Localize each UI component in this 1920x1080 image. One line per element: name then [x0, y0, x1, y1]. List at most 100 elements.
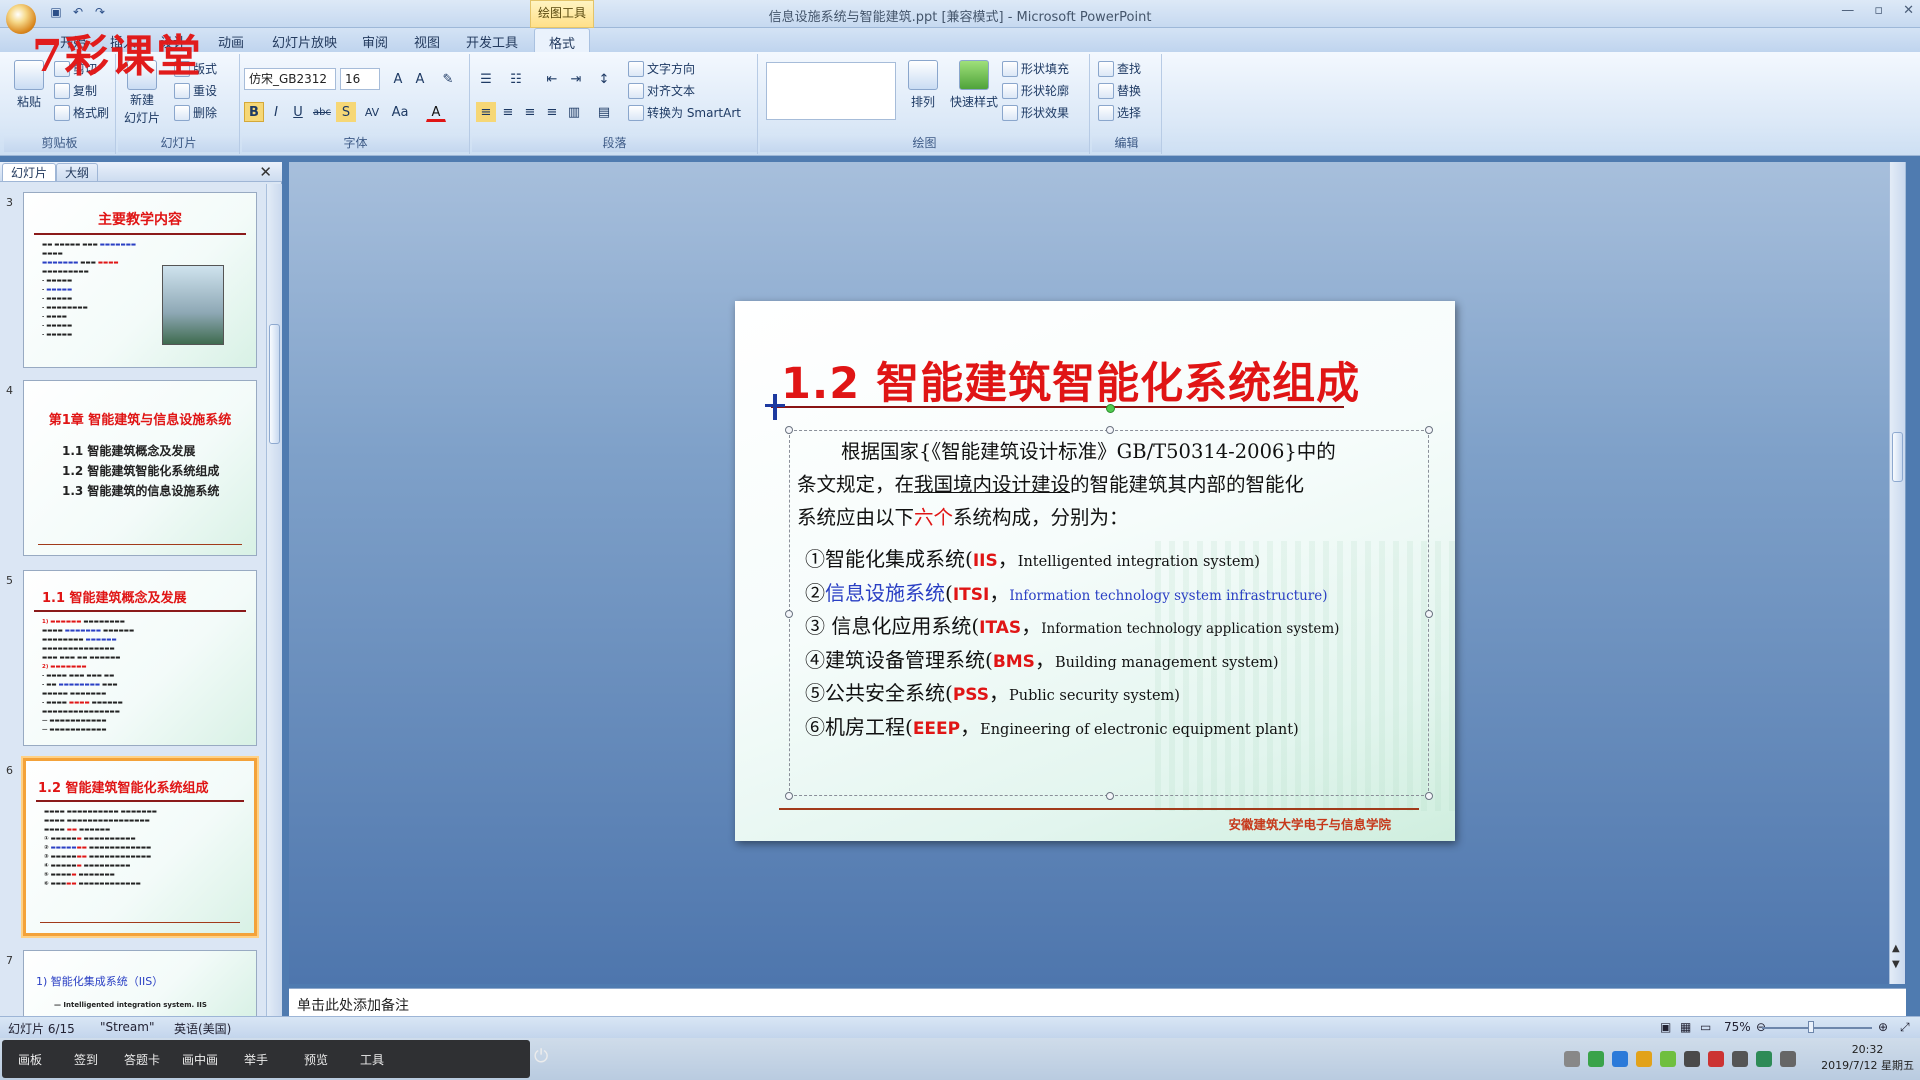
language-indicator[interactable]: 英语(美国) [174, 1020, 231, 1037]
tab-slides-panel[interactable]: 幻灯片 [2, 163, 57, 181]
delete-slide-button[interactable]: 删除 [174, 104, 217, 121]
toolbar-item-preview[interactable]: 预览 [304, 1051, 328, 1068]
toolbar-item-answer-card[interactable]: 答题卡 [124, 1051, 160, 1068]
scrollbar-thumb[interactable] [1892, 432, 1903, 482]
text-direction-button[interactable]: 文字方向 [628, 60, 695, 77]
keyboard-icon[interactable] [1564, 1051, 1580, 1067]
fit-window-icon[interactable]: ⤢ [1900, 1020, 1910, 1035]
shape-outline-button[interactable]: 形状轮廓 [1002, 82, 1069, 99]
prev-slide-icon[interactable]: ▲ [1892, 943, 1900, 954]
minimize-button[interactable]: — [1841, 3, 1854, 18]
grow-font-button[interactable]: A [388, 69, 408, 89]
tab-animation[interactable]: 动画 [218, 32, 244, 51]
slide-thumbnail-7[interactable]: 1) 智能化集成系统（IIS） — Intelligented integrat… [23, 950, 257, 1016]
scrollbar-thumb[interactable] [269, 324, 280, 444]
tab-review[interactable]: 审阅 [362, 32, 388, 51]
shape-effects-button[interactable]: 形状效果 [1002, 104, 1069, 121]
shrink-font-button[interactable]: A [410, 69, 430, 89]
line-spacing-button[interactable]: ↕ [594, 69, 614, 89]
underline-button[interactable]: U [288, 102, 308, 122]
change-case-button[interactable]: Aa [390, 102, 410, 122]
network-icon[interactable] [1756, 1051, 1772, 1067]
resize-handle[interactable] [1425, 426, 1433, 434]
italic-button[interactable]: I [266, 102, 286, 122]
system-list[interactable]: ①智能化集成系统(IIS，Intelligented integration s… [805, 543, 1455, 744]
arrange-button[interactable]: 排列 [908, 60, 938, 110]
toolbar-item-raise-hand[interactable]: 举手 [244, 1051, 268, 1068]
font-family-select[interactable]: 仿宋_GB2312 [244, 68, 336, 90]
tab-slideshow[interactable]: 幻灯片放映 [272, 32, 337, 51]
zoom-slider[interactable] [1762, 1027, 1872, 1029]
display-icon[interactable] [1780, 1051, 1796, 1067]
slide-title[interactable]: 1.2 智能建筑智能化系统组成 [781, 349, 1360, 411]
intro-paragraph[interactable]: 根据国家{《智能建筑设计标准》GB/T50314-2006}中的 条文规定，在我… [797, 435, 1397, 534]
app-icon[interactable] [1660, 1051, 1676, 1067]
copy-button[interactable]: 复制 [54, 82, 97, 99]
shield-icon[interactable] [1612, 1051, 1628, 1067]
volume-icon[interactable] [1732, 1051, 1748, 1067]
tab-view[interactable]: 视图 [414, 32, 440, 51]
font-color-button[interactable]: A [426, 102, 446, 122]
app-icon[interactable] [1636, 1051, 1652, 1067]
bold-button[interactable]: B [244, 102, 264, 122]
slide-thumbnail-5[interactable]: 1.1 智能建筑概念及发展 1) ▬▬▬▬▬▬ ▬▬▬▬▬▬▬▬ ▬▬▬▬ ▬▬▬… [23, 570, 257, 746]
align-left-button[interactable]: ≡ [476, 102, 496, 122]
tab-format[interactable]: 格式 [534, 28, 591, 52]
power-icon[interactable]: ⏻ [534, 1046, 548, 1067]
bullets-button[interactable]: ☰ [476, 69, 496, 89]
thumbs-scrollbar[interactable] [266, 184, 282, 1016]
maximize-button[interactable]: ▫ [1874, 3, 1883, 18]
resize-handle[interactable] [1425, 792, 1433, 800]
justify-button[interactable]: ≡ [542, 102, 562, 122]
resize-handle[interactable] [785, 792, 793, 800]
align-center-button[interactable]: ≡ [498, 102, 518, 122]
slide-thumbnail-3[interactable]: 主要教学内容 ▬▬ ▬▬▬▬▬ ▬▬▬ ▬▬▬▬▬▬▬ ▬▬▬▬ ▬▬▬▬▬▬▬ … [23, 192, 257, 368]
replace-button[interactable]: 替换 [1098, 82, 1141, 99]
toolbar-item-pip[interactable]: 画中画 [182, 1051, 218, 1068]
columns-button[interactable]: ▤ [594, 102, 614, 122]
resize-handle[interactable] [1106, 426, 1114, 434]
app-icon[interactable] [1588, 1051, 1604, 1067]
find-button[interactable]: 查找 [1098, 60, 1141, 77]
zoom-slider-knob[interactable] [1808, 1021, 1814, 1033]
clear-format-button[interactable]: ✎ [438, 69, 458, 89]
toolbar-item-tools[interactable]: 工具 [360, 1051, 384, 1068]
tab-outline-panel[interactable]: 大纲 [56, 163, 99, 181]
system-clock[interactable]: 20:32 2019/7/12 星期五 [1821, 1042, 1914, 1074]
quick-styles-button[interactable]: 快速样式 [950, 60, 998, 110]
slide-thumbnail-4[interactable]: 第1章 智能建筑与信息设施系统 1.1 智能建筑概念及发展 1.2 智能建筑智能… [23, 380, 257, 556]
increase-indent-button[interactable]: ⇥ [566, 69, 586, 89]
numbering-button[interactable]: ☷ [506, 69, 526, 89]
smartart-button[interactable]: 转换为 SmartArt [628, 104, 741, 121]
normal-view-icon[interactable]: ▣ [1660, 1020, 1671, 1034]
tab-developer[interactable]: 开发工具 [466, 32, 518, 51]
resize-handle[interactable] [785, 610, 793, 618]
format-painter-button[interactable]: 格式刷 [54, 104, 109, 121]
next-slide-icon[interactable]: ▼ [1892, 959, 1900, 970]
close-button[interactable]: ✕ [1903, 3, 1914, 18]
align-text-button[interactable]: 对齐文本 [628, 82, 695, 99]
slide-thumbnail-6[interactable]: 1.2 智能建筑智能化系统组成 ▬▬▬▬ ▬▬▬▬▬▬▬▬▬▬ ▬▬▬▬▬▬▬ ▬… [23, 758, 257, 936]
strikethrough-button[interactable]: abc [312, 102, 332, 122]
rotation-handle[interactable] [1106, 404, 1115, 413]
sorter-view-icon[interactable]: ▦ [1680, 1020, 1691, 1034]
shadow-button[interactable]: S [336, 102, 356, 122]
distributed-button[interactable]: ▥ [564, 102, 584, 122]
resize-handle[interactable] [785, 426, 793, 434]
slideshow-view-icon[interactable]: ▭ [1700, 1020, 1711, 1034]
office-button[interactable] [6, 4, 36, 34]
shapes-gallery[interactable] [766, 62, 896, 120]
toolbar-item-board[interactable]: 画板 [18, 1051, 42, 1068]
decrease-indent-button[interactable]: ⇤ [542, 69, 562, 89]
notes-pane[interactable]: 单击此处添加备注 [289, 988, 1906, 1016]
reset-button[interactable]: 重设 [174, 82, 217, 99]
close-icon[interactable]: ✕ [259, 163, 272, 181]
shape-fill-button[interactable]: 形状填充 [1002, 60, 1069, 77]
align-right-button[interactable]: ≡ [520, 102, 540, 122]
app-icon[interactable] [1684, 1051, 1700, 1067]
resize-handle[interactable] [1106, 792, 1114, 800]
zoom-in-icon[interactable]: ⊕ [1878, 1020, 1888, 1034]
canvas-scrollbar[interactable]: ▲ ▼ [1889, 162, 1905, 984]
char-spacing-button[interactable]: AV [362, 102, 382, 122]
select-button[interactable]: 选择 [1098, 104, 1141, 121]
